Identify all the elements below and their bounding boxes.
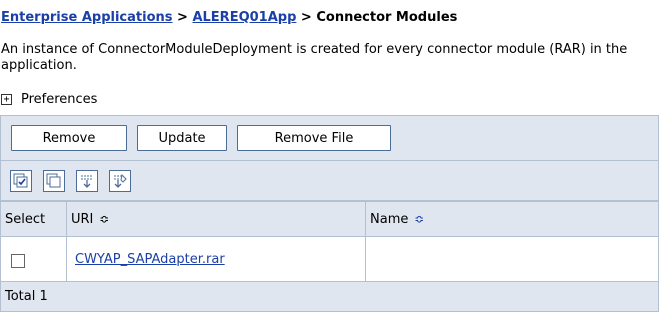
total-count: Total 1 <box>0 281 659 312</box>
collection-panel: Remove Update Remove File Select URI ≎ N… <box>0 115 659 312</box>
name-cell <box>365 236 659 282</box>
select-all-icon[interactable] <box>10 169 32 192</box>
preferences-toggle[interactable]: + Preferences <box>1 92 97 107</box>
expand-icon[interactable]: + <box>1 94 12 105</box>
button-toolbar: Remove Update Remove File <box>0 115 659 161</box>
table-header-row: Select URI ≎ Name ≎ <box>0 201 659 237</box>
preferences-label: Preferences <box>21 92 98 107</box>
sort-icon[interactable]: ≎ <box>99 212 109 226</box>
breadcrumb-app-link[interactable]: ALEREQ01App <box>192 10 296 25</box>
breadcrumb-separator: > <box>296 10 317 25</box>
breadcrumb-current: Connector Modules <box>316 10 458 25</box>
name-header-label: Name <box>370 211 409 227</box>
uri-cell: CWYAP_SAPAdapter.rar <box>66 236 366 282</box>
show-filter-icon[interactable] <box>76 169 98 192</box>
sort-ascending-icon[interactable]: ≎ <box>414 212 424 226</box>
uri-link[interactable]: CWYAP_SAPAdapter.rar <box>75 252 225 267</box>
uri-header-label: URI <box>71 211 94 227</box>
table-row: CWYAP_SAPAdapter.rar <box>0 236 659 282</box>
connector-modules-table: Select URI ≎ Name ≎ CWYAP_SAPAdapter.rar T… <box>0 201 659 312</box>
clear-filter-icon[interactable] <box>109 169 131 192</box>
breadcrumb: Enterprise Applications > ALEREQ01App > … <box>1 10 457 25</box>
remove-button[interactable]: Remove <box>11 125 127 151</box>
icon-toolbar <box>0 161 659 201</box>
select-column-header: Select <box>0 201 67 237</box>
update-button[interactable]: Update <box>137 125 227 151</box>
select-cell <box>0 236 67 282</box>
remove-file-button[interactable]: Remove File <box>237 125 391 151</box>
name-column-header[interactable]: Name ≎ <box>365 201 659 237</box>
row-select-checkbox[interactable] <box>11 254 25 268</box>
breadcrumb-enterprise-applications-link[interactable]: Enterprise Applications <box>1 10 173 25</box>
page-description: An instance of ConnectorModuleDeployment… <box>1 42 628 73</box>
breadcrumb-separator: > <box>172 10 193 25</box>
uri-column-header[interactable]: URI ≎ <box>66 201 366 237</box>
table-total-row: Total 1 <box>0 281 659 312</box>
deselect-all-icon[interactable] <box>43 169 65 192</box>
